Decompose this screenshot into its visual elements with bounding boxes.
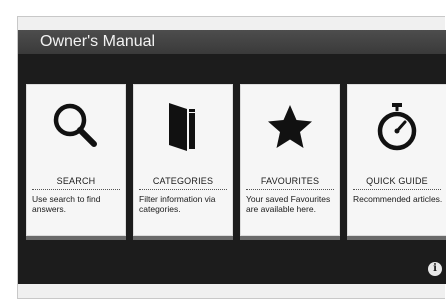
search-icon [26, 94, 126, 160]
info-icon[interactable]: i [428, 262, 442, 276]
card-shadow [347, 236, 446, 240]
favourites-card[interactable]: FAVOURITES Your saved Favourites are ava… [240, 84, 340, 240]
categories-label: CATEGORIES [139, 176, 227, 190]
card-shadow [240, 236, 340, 240]
favourites-label: FAVOURITES [246, 176, 334, 190]
card-shadow [133, 236, 233, 240]
stopwatch-icon [347, 94, 446, 160]
quick-guide-label: QUICK GUIDE [353, 176, 441, 190]
star-icon [240, 94, 340, 160]
quick-guide-card[interactable]: QUICK GUIDE Recommended articles. [347, 84, 446, 240]
manual-screen: Owner's Manual SEARCH Use search to find… [18, 30, 446, 284]
favourites-description: Your saved Favourites are available here… [246, 194, 331, 214]
search-card[interactable]: SEARCH Use search to find answers. [26, 84, 126, 240]
categories-description: Filter information via categories. [139, 194, 216, 214]
title-bar: Owner's Manual [18, 30, 446, 54]
search-label: SEARCH [32, 176, 120, 190]
quick-guide-description: Recommended articles. [353, 194, 443, 204]
card-shadow [26, 236, 126, 240]
categories-card[interactable]: CATEGORIES Filter information via catego… [133, 84, 233, 240]
book-icon [133, 94, 233, 160]
page-title: Owner's Manual [40, 33, 156, 50]
search-description: Use search to find answers. [32, 194, 101, 214]
